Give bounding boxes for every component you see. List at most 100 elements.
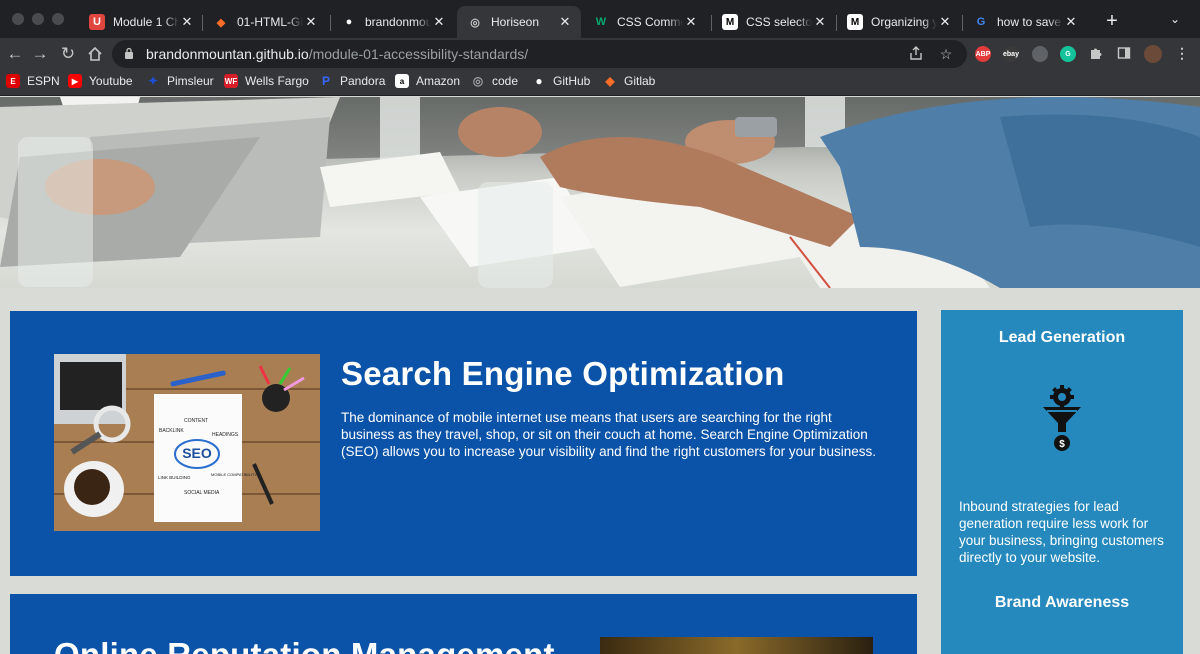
bookmark-label: Amazon [416, 74, 461, 88]
brand-awareness-heading: Brand Awareness [994, 594, 1130, 611]
zoom-window-button[interactable] [52, 13, 64, 25]
wellsfargo-icon: WF [224, 74, 238, 88]
image-word-social: SOCIAL MEDIA [184, 490, 220, 496]
tab-separator [330, 15, 331, 31]
tab-title: CSS Commen [617, 15, 683, 29]
close-window-button[interactable] [12, 13, 24, 25]
pimsleur-icon: ✦ [147, 74, 159, 88]
pandora-icon: P [321, 74, 330, 88]
tab-separator [962, 15, 963, 31]
lead-generation-funnel-icon: $ [1043, 385, 1081, 451]
side-panel-icon[interactable] [1116, 46, 1132, 62]
tab-title: CSS selectors [746, 15, 812, 29]
browser-tab[interactable]: ◆ 01-HTML-Git-✕ [203, 6, 327, 38]
bookmark-item[interactable]: ● GitHub [532, 74, 590, 88]
globe-icon: ◎ [472, 74, 484, 88]
espn-icon: E [6, 74, 20, 88]
medium-icon: M [722, 14, 738, 30]
bookmark-label: Gitlab [624, 74, 656, 88]
browser-tab[interactable]: ● brandonmount✕ [331, 6, 455, 38]
close-tab-icon[interactable]: ✕ [683, 14, 699, 30]
tab-separator [836, 15, 837, 31]
bookmarks-bar: E ESPN ▶ Youtube ✦ Pimsleur WF Wells Fargo P Pand… [0, 70, 1200, 96]
orm-section: Online Reputation Management [10, 594, 917, 654]
reload-button[interactable]: ↻ [57, 43, 79, 65]
seo-heading: Search Engine Optimization [341, 355, 785, 392]
address-bar[interactable]: brandonmountan.github.io/module-01-acces… [112, 40, 967, 68]
close-tab-icon[interactable]: ✕ [557, 14, 573, 30]
bookmark-label: ESPN [27, 74, 60, 88]
url-text: brandonmountan.github.io/module-01-acces… [146, 46, 529, 62]
chevron-down-icon[interactable]: ⌄ [1170, 12, 1180, 26]
browser-tab[interactable]: U Module 1 Chal✕ [79, 6, 203, 38]
close-tab-icon[interactable]: ✕ [1063, 14, 1079, 30]
bookmark-label: Youtube [89, 74, 133, 88]
tab-title: how to save s [997, 15, 1063, 29]
bookmark-item[interactable]: E ESPN [6, 74, 60, 88]
close-tab-icon[interactable]: ✕ [431, 14, 447, 30]
browser-toolbar: ← → ↻ brandonmountan.github.io/module-01… [0, 38, 1200, 70]
lead-generation-heading: Lead Generation [998, 329, 1126, 346]
close-tab-icon[interactable]: ✕ [812, 14, 828, 30]
youtube-icon: ▶ [68, 74, 82, 88]
tab-separator [711, 15, 712, 31]
browser-menu-icon[interactable]: ⋮ [1174, 45, 1190, 61]
ebay-icon[interactable]: ebay [1003, 46, 1019, 62]
image-word-content: CONTENT [184, 418, 208, 424]
tab-title: Organizing yo [871, 15, 937, 29]
tab-title: brandonmount [365, 15, 431, 29]
bookmark-item[interactable]: P Pandora [319, 74, 385, 88]
browser-tab[interactable]: ◎ Horiseon ✕ [457, 6, 581, 38]
w3schools-icon: W [595, 16, 607, 28]
home-icon[interactable] [84, 43, 106, 65]
new-tab-button[interactable]: + [1102, 10, 1122, 33]
grammarly-icon[interactable]: G [1060, 46, 1076, 62]
close-tab-icon[interactable]: ✕ [179, 14, 195, 30]
github-icon: ● [345, 16, 353, 28]
browser-tab[interactable]: M Organizing yo✕ [837, 6, 961, 38]
avatar[interactable] [1144, 45, 1162, 63]
tab-title: 01-HTML-Git- [237, 15, 303, 29]
close-tab-icon[interactable]: ✕ [937, 14, 953, 30]
lock-icon[interactable] [124, 47, 134, 59]
bookmark-item[interactable]: ◎ code [471, 74, 518, 88]
bookmark-label: Pandora [340, 74, 386, 88]
seo-section: SEO CONTENT HEADINGS BACKLINK LINK BUILD… [10, 311, 917, 576]
tab-title: Horiseon [491, 15, 540, 29]
bookmark-star-icon[interactable]: ☆ [938, 46, 954, 62]
bookmark-label: GitHub [553, 74, 591, 88]
bookmark-item[interactable]: ✦ Pimsleur [146, 74, 214, 88]
globe-icon: ◎ [470, 16, 480, 29]
back-button[interactable]: ← [4, 43, 26, 65]
browser-tab[interactable]: W CSS Commen✕ [583, 6, 707, 38]
gitlab-icon: ◆ [216, 16, 226, 29]
bookmark-item[interactable]: ◆ Gitlab [603, 74, 655, 88]
amazon-icon: a [395, 74, 409, 88]
gitlab-icon: ◆ [605, 74, 615, 88]
seo-image: SEO CONTENT HEADINGS BACKLINK LINK BUILD… [54, 354, 320, 531]
browser-tab-bar: UModule 1 Chal✕◆01-HTML-Git-✕●brandonmou… [0, 0, 1200, 38]
image-word-link-building: LINK BUILDING [158, 475, 191, 480]
extensions-puzzle-icon[interactable] [1088, 46, 1104, 62]
seo-paragraph: The dominance of mobile internet use mea… [341, 410, 876, 459]
svg-text:$: $ [1059, 439, 1065, 450]
google-icon: G [976, 16, 986, 28]
close-tab-icon[interactable]: ✕ [303, 14, 319, 30]
browser-tab[interactable]: M CSS selectors✕ [712, 6, 836, 38]
forward-button[interactable]: → [29, 43, 51, 65]
capture-icon[interactable] [1032, 46, 1048, 62]
share-icon[interactable] [908, 46, 924, 62]
bookmark-label: Pimsleur [167, 74, 214, 88]
medium-icon: M [847, 14, 863, 30]
browser-tab[interactable]: Ghow to save s✕ [963, 6, 1087, 38]
bookmark-item[interactable]: a Amazon [395, 74, 460, 88]
hero-image [0, 97, 1200, 288]
seo-word: SEO [182, 445, 212, 461]
orm-heading: Online Reputation Management [54, 636, 555, 654]
github-icon: ● [535, 74, 543, 88]
image-word-headings: HEADINGS [212, 432, 239, 438]
bookmark-item[interactable]: WF Wells Fargo [224, 74, 309, 88]
bookmark-item[interactable]: ▶ Youtube [68, 74, 133, 88]
minimize-window-button[interactable] [32, 13, 44, 25]
adblock-icon[interactable]: ABP [975, 46, 991, 62]
